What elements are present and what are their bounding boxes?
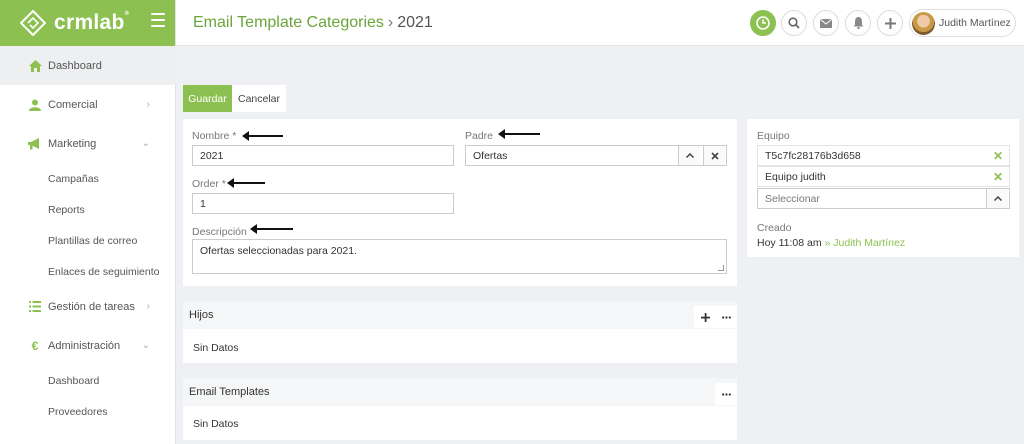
- search-icon[interactable]: [781, 10, 807, 36]
- hijos-empty-text: Sin Datos: [193, 342, 239, 354]
- sidebar-item-label: Dashboard: [48, 59, 102, 72]
- home-icon: [28, 59, 42, 73]
- plus-icon[interactable]: [877, 10, 903, 36]
- padre-input[interactable]: Ofertas: [465, 145, 727, 166]
- creado-time: Hoy 11:08 am: [757, 237, 822, 249]
- sidebar-subitem-campanas[interactable]: Campañas: [0, 163, 176, 194]
- team-name: T5c7fc28176b3d658: [765, 149, 861, 162]
- bell-icon[interactable]: [845, 10, 871, 36]
- creado-label: Creado: [757, 222, 792, 234]
- page-title: Email Template Categories › 2021: [193, 14, 433, 32]
- sidebar-subitem-reports[interactable]: Reports: [0, 194, 176, 225]
- mail-icon[interactable]: [813, 10, 839, 36]
- annotation-arrow: [242, 131, 283, 141]
- order-label: Order *: [192, 178, 226, 190]
- menu-toggle-icon[interactable]: [151, 13, 165, 27]
- nombre-input[interactable]: 2021: [192, 145, 454, 166]
- chevron-up-icon[interactable]: [986, 189, 1008, 208]
- sidebar-nav: Dashboard Comercial › Marketing ⌄ Campañ…: [0, 46, 176, 427]
- sidebar-item-administracion[interactable]: € Administración ⌄: [0, 326, 176, 365]
- sidebar-subitem-proveedores[interactable]: Proveedores: [0, 396, 176, 427]
- sidebar: crmlab® Dashboard Comercial › Marketing …: [0, 0, 176, 444]
- annotation-arrow: [227, 178, 265, 188]
- creado-value: Hoy 11:08 am » Judith Martínez: [757, 237, 905, 249]
- save-button[interactable]: Guardar: [183, 85, 232, 112]
- more-icon[interactable]: [715, 383, 737, 405]
- user-icon: [28, 98, 42, 112]
- annotation-arrow: [498, 129, 540, 139]
- descripcion-label: Descripción: [192, 226, 247, 238]
- chevron-right-icon: ›: [146, 99, 150, 110]
- team-item: Equipo judith ✕: [757, 166, 1010, 187]
- chevron-right-icon: ›: [146, 301, 150, 312]
- equipo-label: Equipo: [757, 130, 790, 142]
- descripcion-value: Ofertas seleccionadas para 2021.: [200, 245, 358, 257]
- sidebar-item-marketing[interactable]: Marketing ⌄: [0, 124, 176, 163]
- record-name: 2021: [397, 14, 433, 31]
- creado-separator: »: [824, 237, 831, 249]
- team-select-input[interactable]: Seleccionar: [757, 188, 1010, 209]
- sidebar-subitem-enlaces[interactable]: Enlaces de seguimiento: [0, 256, 176, 287]
- avatar: [912, 11, 935, 35]
- chevron-down-icon: ⌄: [141, 340, 150, 351]
- annotation-arrow: [250, 224, 293, 234]
- logo-bar: crmlab®: [0, 0, 175, 46]
- side-panel: Equipo T5c7fc28176b3d658 ✕ Equipo judith…: [747, 119, 1019, 257]
- sidebar-item-dashboard[interactable]: Dashboard: [0, 46, 176, 85]
- clear-icon[interactable]: [703, 146, 725, 165]
- more-icon[interactable]: [715, 306, 737, 328]
- sidebar-item-comercial[interactable]: Comercial ›: [0, 85, 176, 124]
- resize-handle[interactable]: [718, 265, 724, 271]
- hijos-panel: Hijos Sin Datos: [183, 301, 737, 363]
- sidebar-item-label: Marketing: [48, 137, 97, 150]
- creado-user-link[interactable]: Judith Martínez: [833, 237, 905, 249]
- sidebar-subitem-plantillas[interactable]: Plantillas de correo: [0, 225, 176, 256]
- hijos-header: Hijos: [183, 301, 737, 329]
- team-name: Equipo judith: [765, 170, 826, 183]
- padre-label: Padre: [465, 130, 494, 142]
- chevron-down-icon: ⌄: [141, 138, 150, 149]
- list-icon: [28, 300, 42, 314]
- clock-icon[interactable]: [750, 10, 776, 36]
- nombre-label: Nombre *: [192, 130, 237, 142]
- email-templates-empty-text: Sin Datos: [193, 418, 239, 430]
- sidebar-item-gestion-tareas[interactable]: Gestión de tareas ›: [0, 287, 176, 326]
- top-header: Email Template Categories › 2021 Judith Ma…: [176, 0, 1024, 46]
- descripcion-textarea[interactable]: Ofertas seleccionadas para 2021.: [192, 239, 727, 274]
- breadcrumb-link[interactable]: Email Template Categories: [193, 14, 384, 31]
- padre-value: Ofertas: [473, 149, 508, 162]
- breadcrumb-separator: ›: [387, 14, 394, 31]
- logo-icon: [20, 10, 46, 36]
- email-templates-panel: Email Templates Sin Datos: [183, 378, 737, 440]
- order-input[interactable]: 1: [192, 193, 454, 214]
- record-form-panel: Nombre * 2021 Padre Ofertas Order * 1 De…: [183, 119, 737, 286]
- cancel-button[interactable]: Cancelar: [232, 85, 286, 112]
- sidebar-item-label: Gestión de tareas: [48, 300, 135, 313]
- logo-text[interactable]: crmlab®: [54, 11, 129, 35]
- sidebar-item-label: Administración: [48, 339, 121, 352]
- remove-icon[interactable]: ✕: [993, 149, 1003, 163]
- hijos-title: Hijos: [189, 309, 214, 321]
- sidebar-item-label: Comercial: [48, 98, 98, 111]
- team-item: T5c7fc28176b3d658 ✕: [757, 145, 1010, 166]
- euro-icon: €: [31, 338, 39, 353]
- email-templates-header: Email Templates: [183, 378, 737, 406]
- team-select-placeholder: Seleccionar: [765, 192, 820, 205]
- add-icon[interactable]: [694, 306, 716, 328]
- remove-icon[interactable]: ✕: [993, 170, 1003, 184]
- megaphone-icon: [28, 137, 42, 151]
- sidebar-subitem-dashboard[interactable]: Dashboard: [0, 365, 176, 396]
- email-templates-title: Email Templates: [189, 386, 270, 398]
- user-menu[interactable]: Judith Martínez: [909, 9, 1016, 37]
- user-name: Judith Martínez: [939, 17, 1011, 29]
- chevron-up-icon[interactable]: [678, 146, 700, 165]
